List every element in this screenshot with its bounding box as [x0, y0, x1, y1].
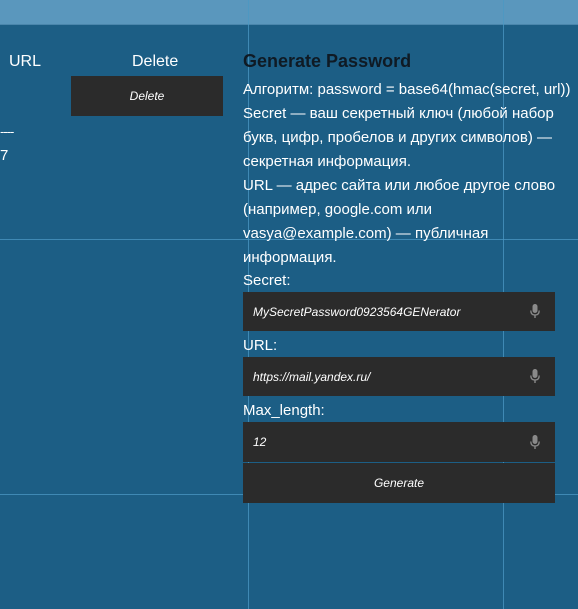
- description-line: Secret — ваш секретный ключ (любой набор: [243, 105, 554, 122]
- row-separator: ----: [0, 124, 14, 139]
- description-line: (например, google.com или: [243, 201, 433, 218]
- max-length-input[interactable]: [243, 421, 528, 463]
- description-line: секретная информация.: [243, 153, 411, 170]
- max-length-field-container: [243, 421, 555, 463]
- algorithm-description: Алгоритм: password = base64(hmac(secret,…: [243, 78, 578, 270]
- microphone-icon[interactable]: [528, 434, 542, 450]
- description-line: букв, цифр, пробелов и других символов) …: [243, 129, 552, 146]
- description-line: информация.: [243, 249, 337, 266]
- description-line: vasya@example.com) — публичная: [243, 225, 489, 242]
- column-header-delete: Delete: [132, 53, 179, 70]
- description-line: Алгоритм: password = base64(hmac(secret,…: [243, 81, 571, 98]
- description-line: URL — адрес сайта или любое другое слово: [243, 177, 556, 194]
- url-label: URL:: [243, 337, 278, 354]
- row-value: 7: [0, 147, 9, 164]
- max-length-label: Max_length:: [243, 402, 325, 419]
- generator-panel: Generate Password Алгоритм: password = b…: [243, 50, 578, 270]
- url-field-container: [243, 356, 555, 397]
- delete-button[interactable]: Delete: [71, 76, 223, 116]
- generate-button[interactable]: Generate: [243, 463, 555, 503]
- panel-title: Generate Password: [243, 51, 412, 71]
- secret-label: Secret:: [243, 272, 291, 289]
- microphone-icon[interactable]: [528, 304, 542, 320]
- microphone-icon[interactable]: [528, 369, 542, 385]
- top-bar: [0, 0, 578, 25]
- url-input[interactable]: [243, 356, 528, 397]
- secret-input[interactable]: [243, 291, 528, 332]
- secret-field-container: [243, 291, 555, 332]
- column-header-url: URL: [9, 53, 42, 70]
